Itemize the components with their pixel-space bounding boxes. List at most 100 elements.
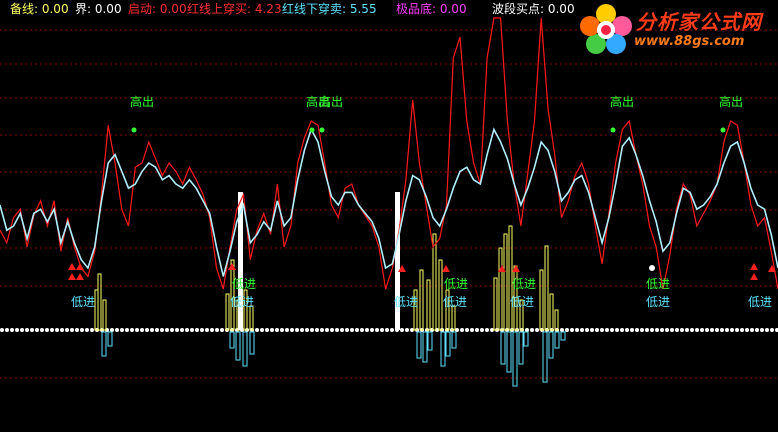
low-marker-label: 低进	[71, 295, 95, 309]
baseline-dot	[180, 328, 184, 332]
buy-arrow-icon	[512, 265, 520, 272]
histogram-bar-down	[107, 331, 113, 347]
high-marker-dot	[131, 127, 137, 133]
histogram-bar-up	[451, 305, 456, 331]
baseline-dot	[290, 328, 294, 332]
header-item-3: 红线上穿买: 4.23	[187, 2, 282, 16]
histogram-bar-up	[102, 299, 107, 331]
baseline-dot	[205, 328, 209, 332]
baseline-dot	[75, 328, 79, 332]
baseline-dot	[715, 328, 719, 332]
high-marker-label: 高出	[719, 94, 743, 109]
header-item-5: 极品底: 0.00	[396, 2, 467, 16]
baseline-dot	[195, 328, 199, 332]
baseline-dot	[660, 328, 664, 332]
baseline-dot	[570, 328, 574, 332]
baseline-dot	[335, 328, 339, 332]
histogram-bar-up	[539, 269, 544, 331]
buy-arrow-icon	[68, 263, 76, 270]
baseline-dot	[145, 328, 149, 332]
histogram-bar-down	[542, 331, 548, 383]
baseline-dot	[620, 328, 624, 332]
baseline-dot	[400, 328, 404, 332]
baseline-dot	[750, 328, 754, 332]
buy-arrow-icon	[750, 263, 758, 270]
low-marker-label: 低进	[230, 295, 254, 309]
baseline-dot	[55, 328, 59, 332]
histogram-bar-down	[554, 331, 560, 349]
histogram-bar-down	[101, 331, 107, 357]
baseline-dot	[560, 328, 564, 332]
baseline-dot	[25, 328, 29, 332]
logo-url: www.88gs.com	[634, 34, 745, 49]
baseline-dot	[200, 328, 204, 332]
histogram-bar-down	[229, 331, 235, 349]
low-marker-label: 低进	[646, 295, 670, 309]
baseline-dot	[630, 328, 634, 332]
baseline-dot	[40, 328, 44, 332]
baseline-dot	[10, 328, 14, 332]
baseline-dot	[740, 328, 744, 332]
baseline-dot	[645, 328, 649, 332]
buy-arrow-icon	[750, 273, 758, 280]
flower-logo-icon	[580, 4, 632, 54]
baseline-dot	[735, 328, 739, 332]
baseline-dot	[220, 328, 224, 332]
baseline-dot	[70, 328, 74, 332]
histogram-bar-down	[440, 331, 446, 367]
histogram-bar-up	[419, 269, 424, 331]
header-item-1: 界: 0.00	[75, 2, 122, 16]
baseline-dot	[215, 328, 219, 332]
baseline-dot	[370, 328, 374, 332]
baseline-dot	[575, 328, 579, 332]
histogram-bar-down	[500, 331, 506, 365]
baseline-dot	[665, 328, 669, 332]
baseline-dot	[745, 328, 749, 332]
header-item-2: 启动: 0.00	[128, 2, 187, 16]
baseline-dot	[320, 328, 324, 332]
baseline-dot	[310, 328, 314, 332]
histogram-bar-down	[242, 331, 248, 367]
baseline-dot	[635, 328, 639, 332]
baseline-dot	[485, 328, 489, 332]
baseline-dot	[625, 328, 629, 332]
baseline-dot	[125, 328, 129, 332]
baseline-dot	[385, 328, 389, 332]
baseline-dot	[655, 328, 659, 332]
baseline-dot	[765, 328, 769, 332]
grid-lines	[0, 29, 778, 379]
baseline-dot	[680, 328, 684, 332]
baseline-dot	[490, 328, 494, 332]
baseline-dot	[350, 328, 354, 332]
baseline-dot	[280, 328, 284, 332]
histogram-bar-down	[416, 331, 422, 359]
zero-baseline	[0, 328, 778, 332]
histogram-bar-up	[97, 273, 102, 331]
buy-arrow-icon	[76, 263, 84, 270]
baseline-dot	[410, 328, 414, 332]
baseline-dot	[710, 328, 714, 332]
buy-arrow-icon	[442, 265, 450, 272]
baseline-dot	[110, 328, 114, 332]
buy-arrow-icon	[228, 263, 236, 270]
histogram-bar-down	[427, 331, 433, 351]
baseline-dot	[705, 328, 709, 332]
baseline-dot	[690, 328, 694, 332]
baseline-dot	[725, 328, 729, 332]
baseline-dot	[525, 328, 529, 332]
histogram-bar-up	[498, 247, 503, 331]
baseline-dot	[650, 328, 654, 332]
baseline-dot	[160, 328, 164, 332]
header-item-0: 备线: 0.00	[10, 2, 69, 16]
low-marker-label: 低进	[646, 277, 670, 291]
baseline-dot	[35, 328, 39, 332]
baseline-dot	[755, 328, 759, 332]
histogram-bar-up	[554, 309, 559, 331]
series-line-1	[0, 127, 778, 277]
baseline-dot	[5, 328, 9, 332]
site-logo: 分析家公式网 www.88gs.com	[578, 2, 778, 54]
baseline-dot	[140, 328, 144, 332]
histogram-bar-up	[549, 293, 554, 331]
baseline-dot	[0, 328, 4, 332]
baseline-dot	[305, 328, 309, 332]
